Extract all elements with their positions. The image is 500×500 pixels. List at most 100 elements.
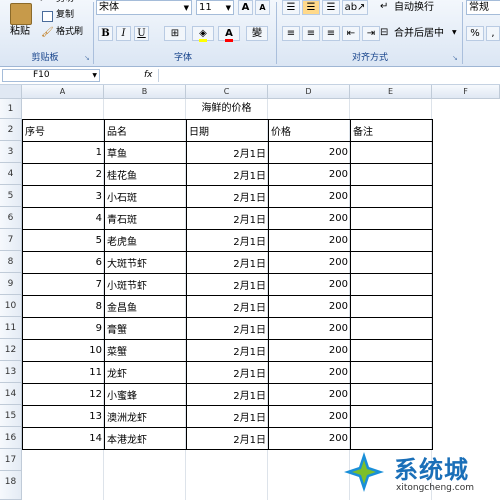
name-cell[interactable]: 膏蟹: [104, 317, 187, 340]
price-cell[interactable]: 200: [268, 163, 351, 186]
no-cell[interactable]: 10: [22, 339, 105, 362]
date-cell[interactable]: 2月1日: [186, 339, 269, 362]
row-header-17[interactable]: 17: [0, 449, 22, 471]
dialog-launcher-icon[interactable]: ↘: [84, 54, 90, 62]
price-cell[interactable]: 200: [268, 339, 351, 362]
name-cell[interactable]: 老虎鱼: [104, 229, 187, 252]
header-cell[interactable]: 品名: [104, 119, 187, 142]
no-cell[interactable]: 7: [22, 273, 105, 296]
date-cell[interactable]: 2月1日: [186, 317, 269, 340]
shrink-font-button[interactable]: A: [255, 0, 270, 15]
merge-center-button[interactable]: ⊟ 合并后居中 ▼: [380, 26, 460, 42]
header-cell[interactable]: 备注: [350, 119, 433, 142]
comma-style-button[interactable]: ,: [486, 26, 500, 41]
align-bottom-button[interactable]: ☰: [322, 0, 340, 15]
date-cell[interactable]: 2月1日: [186, 427, 269, 450]
name-cell[interactable]: 青石斑: [104, 207, 187, 230]
phonetic-button[interactable]: 變: [246, 26, 268, 41]
cut-button[interactable]: ✂ 剪切: [40, 0, 100, 6]
formula-input[interactable]: [158, 69, 499, 82]
price-cell[interactable]: 200: [268, 361, 351, 384]
column-header-a[interactable]: A: [22, 85, 104, 99]
borders-button[interactable]: ⊞: [164, 26, 186, 41]
date-cell[interactable]: 2月1日: [186, 273, 269, 296]
note-cell[interactable]: [350, 251, 433, 274]
select-all-corner[interactable]: [0, 85, 22, 99]
name-cell[interactable]: 澳洲龙虾: [104, 405, 187, 428]
italic-button[interactable]: I: [116, 26, 131, 41]
name-cell[interactable]: 大斑节虾: [104, 251, 187, 274]
increase-indent-button[interactable]: ⇥: [362, 26, 380, 41]
row-header-3[interactable]: 3: [0, 141, 22, 163]
name-box[interactable]: F10 ▼: [2, 69, 100, 82]
note-cell[interactable]: [350, 427, 433, 450]
bold-button[interactable]: B: [98, 26, 113, 41]
no-cell[interactable]: 8: [22, 295, 105, 318]
date-cell[interactable]: 2月1日: [186, 295, 269, 318]
row-header-1[interactable]: 1: [0, 99, 22, 119]
name-cell[interactable]: 菜蟹: [104, 339, 187, 362]
wrap-text-button[interactable]: ↵ 自动换行: [380, 0, 458, 16]
column-header-b[interactable]: B: [104, 85, 186, 99]
no-cell[interactable]: 14: [22, 427, 105, 450]
row-header-16[interactable]: 16: [0, 427, 22, 449]
no-cell[interactable]: 1: [22, 141, 105, 164]
column-header-c[interactable]: C: [186, 85, 268, 99]
row-header-4[interactable]: 4: [0, 163, 22, 185]
row-header-18[interactable]: 18: [0, 471, 22, 500]
font-size-select[interactable]: 11 ▼: [196, 0, 234, 15]
align-middle-button[interactable]: ☰: [302, 0, 320, 15]
note-cell[interactable]: [350, 229, 433, 252]
price-cell[interactable]: 200: [268, 295, 351, 318]
row-header-10[interactable]: 10: [0, 295, 22, 317]
row-header-9[interactable]: 9: [0, 273, 22, 295]
row-header-15[interactable]: 15: [0, 405, 22, 427]
date-cell[interactable]: 2月1日: [186, 405, 269, 428]
note-cell[interactable]: [350, 361, 433, 384]
price-cell[interactable]: 200: [268, 141, 351, 164]
header-cell[interactable]: 日期: [186, 119, 269, 142]
no-cell[interactable]: 13: [22, 405, 105, 428]
note-cell[interactable]: [350, 141, 433, 164]
fill-color-button[interactable]: ◈: [192, 26, 214, 42]
name-cell[interactable]: 小石斑: [104, 185, 187, 208]
name-cell[interactable]: 本港龙虾: [104, 427, 187, 450]
note-cell[interactable]: [350, 295, 433, 318]
row-header-14[interactable]: 14: [0, 383, 22, 405]
no-cell[interactable]: 2: [22, 163, 105, 186]
grow-font-button[interactable]: A: [238, 0, 253, 15]
name-cell[interactable]: 金昌鱼: [104, 295, 187, 318]
align-left-button[interactable]: ≡: [282, 26, 300, 41]
row-header-2[interactable]: 2: [0, 119, 22, 141]
currency-button[interactable]: %: [466, 26, 484, 41]
dialog-launcher-icon[interactable]: ↘: [452, 54, 458, 62]
column-header-e[interactable]: E: [350, 85, 432, 99]
price-cell[interactable]: 200: [268, 427, 351, 450]
name-cell[interactable]: 小斑节虾: [104, 273, 187, 296]
price-cell[interactable]: 200: [268, 273, 351, 296]
orientation-button[interactable]: ab↗: [342, 0, 368, 15]
row-header-13[interactable]: 13: [0, 361, 22, 383]
date-cell[interactable]: 2月1日: [186, 141, 269, 164]
date-cell[interactable]: 2月1日: [186, 185, 269, 208]
row-header-7[interactable]: 7: [0, 229, 22, 251]
name-cell[interactable]: 桂花鱼: [104, 163, 187, 186]
price-cell[interactable]: 200: [268, 207, 351, 230]
font-name-select[interactable]: 宋体 ▼: [96, 0, 192, 15]
row-header-12[interactable]: 12: [0, 339, 22, 361]
note-cell[interactable]: [350, 273, 433, 296]
date-cell[interactable]: 2月1日: [186, 383, 269, 406]
price-cell[interactable]: 200: [268, 405, 351, 428]
no-cell[interactable]: 4: [22, 207, 105, 230]
date-cell[interactable]: 2月1日: [186, 163, 269, 186]
format-painter-button[interactable]: 🖌 格式刷: [40, 27, 100, 39]
name-cell[interactable]: 草鱼: [104, 141, 187, 164]
price-cell[interactable]: 200: [268, 383, 351, 406]
no-cell[interactable]: 3: [22, 185, 105, 208]
price-cell[interactable]: 200: [268, 317, 351, 340]
no-cell[interactable]: 12: [22, 383, 105, 406]
date-cell[interactable]: 2月1日: [186, 207, 269, 230]
column-header-d[interactable]: D: [268, 85, 350, 99]
note-cell[interactable]: [350, 405, 433, 428]
name-cell[interactable]: 龙虾: [104, 361, 187, 384]
